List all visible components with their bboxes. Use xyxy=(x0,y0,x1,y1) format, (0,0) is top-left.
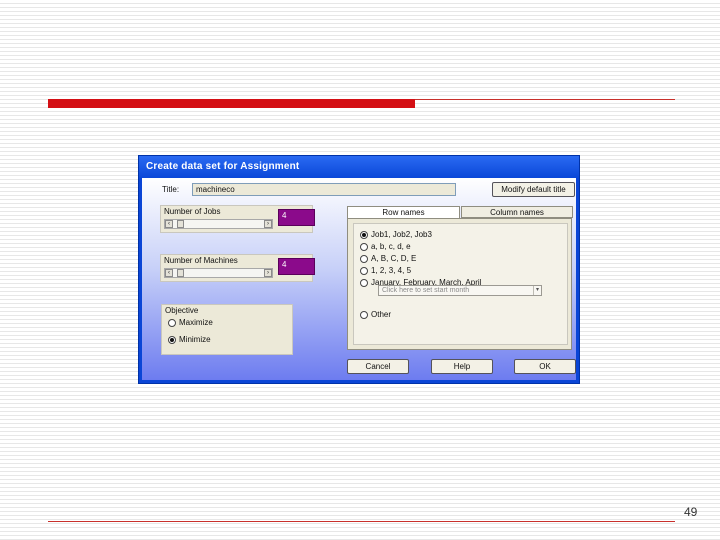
row-name-option-lower-dot[interactable] xyxy=(360,242,368,251)
row-name-option-numbers[interactable]: 1, 2, 3, 4, 5 xyxy=(360,266,411,275)
maximize-radio[interactable]: Maximize xyxy=(168,318,213,327)
slide-bottom-rule xyxy=(48,521,675,522)
minimize-radio[interactable]: Minimize xyxy=(168,335,211,344)
page-number: 49 xyxy=(684,505,698,519)
row-name-option-other-label: Other xyxy=(371,310,392,319)
row-name-option-job[interactable]: Job1, Job2, Job3 xyxy=(360,230,432,239)
slide-top-rule xyxy=(415,99,675,100)
row-names-group: Job1, Job2, Job3 a, b, c, d, e A, B, C, … xyxy=(353,223,568,345)
maximize-radio-dot[interactable] xyxy=(168,318,176,327)
machines-value: 4 xyxy=(278,258,315,275)
machines-scroll-thumb[interactable] xyxy=(177,269,184,277)
row-name-option-months-dot[interactable] xyxy=(360,278,368,287)
row-name-option-upper[interactable]: A, B, C, D, E xyxy=(360,254,416,263)
scroll-right-arrow-icon[interactable]: › xyxy=(264,220,272,228)
title-label: Title: xyxy=(162,185,180,194)
maximize-label: Maximize xyxy=(179,318,213,327)
row-names-panel: Job1, Job2, Job3 a, b, c, d, e A, B, C, … xyxy=(347,218,572,350)
minimize-radio-dot[interactable] xyxy=(168,335,176,344)
scroll-right-arrow-icon[interactable]: › xyxy=(264,269,272,277)
machines-scrollbar[interactable]: ‹ › xyxy=(164,268,273,278)
cancel-button[interactable]: Cancel xyxy=(347,359,409,374)
row-name-option-numbers-label: 1, 2, 3, 4, 5 xyxy=(371,266,412,275)
slide-accent-bar xyxy=(48,99,415,108)
create-data-set-dialog: Create data set for Assignment Title: ma… xyxy=(138,155,580,384)
jobs-group: Number of Jobs ‹ › 4 xyxy=(160,205,315,233)
scroll-left-arrow-icon[interactable]: ‹ xyxy=(165,220,173,228)
start-month-placeholder: Click here to set start month xyxy=(382,287,470,294)
ok-button[interactable]: OK xyxy=(514,359,576,374)
start-month-dropdown[interactable]: Click here to set start month ▾ xyxy=(378,285,542,296)
machines-group: Number of Machines ‹ › 4 xyxy=(160,254,315,282)
title-input[interactable]: machineco xyxy=(192,183,456,196)
jobs-label: Number of Jobs xyxy=(164,207,221,216)
row-name-option-other[interactable]: Other xyxy=(360,310,391,319)
modify-default-title-button[interactable]: Modify default title xyxy=(492,182,575,197)
scroll-left-arrow-icon[interactable]: ‹ xyxy=(165,269,173,277)
help-button[interactable]: Help xyxy=(431,359,493,374)
row-name-option-other-dot[interactable] xyxy=(360,310,368,319)
row-name-option-upper-dot[interactable] xyxy=(360,254,368,263)
row-name-option-lower-label: a, b, c, d, e xyxy=(371,242,411,251)
jobs-scroll-thumb[interactable] xyxy=(177,220,184,228)
dialog-title-bar[interactable]: Create data set for Assignment xyxy=(139,156,579,178)
jobs-scrollbar[interactable]: ‹ › xyxy=(164,219,273,229)
dialog-title: Create data set for Assignment xyxy=(146,161,300,172)
row-name-option-job-label: Job1, Job2, Job3 xyxy=(371,230,432,239)
minimize-label: Minimize xyxy=(179,335,211,344)
objective-group: Objective Maximize Minimize xyxy=(161,304,293,355)
row-name-option-numbers-dot[interactable] xyxy=(360,266,368,275)
jobs-value: 4 xyxy=(278,209,315,226)
dropdown-arrow-icon[interactable]: ▾ xyxy=(533,286,541,295)
tab-column-names[interactable]: Column names xyxy=(461,206,573,218)
objective-label: Objective xyxy=(165,306,199,315)
row-name-option-lower[interactable]: a, b, c, d, e xyxy=(360,242,411,251)
machines-label: Number of Machines xyxy=(164,256,238,265)
row-name-option-job-dot[interactable] xyxy=(360,230,368,239)
dialog-client-area: Title: machineco Modify default title Nu… xyxy=(142,178,576,380)
row-name-option-upper-label: A, B, C, D, E xyxy=(371,254,417,263)
